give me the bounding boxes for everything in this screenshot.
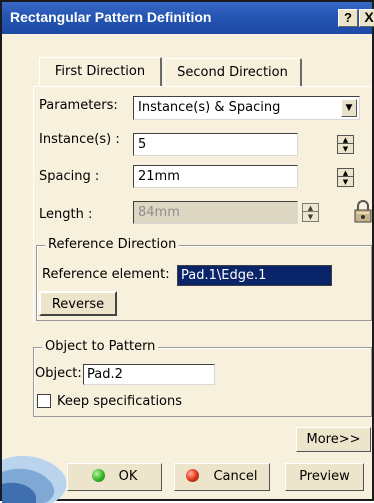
object-field[interactable]: Pad.2 [83, 364, 215, 385]
dialog-title: Rectangular Pattern Definition [10, 9, 212, 25]
chevron-down-icon[interactable]: ▼ [341, 99, 357, 117]
spin-down-icon[interactable]: ▼ [338, 178, 353, 186]
help-button[interactable]: ? [338, 9, 358, 27]
tab-first-direction[interactable]: First Direction [39, 57, 162, 86]
dialog-window: Rectangular Pattern Definition ? X Secon… [0, 0, 374, 503]
spin-up-icon: ▲ [303, 204, 318, 212]
spin-down-icon[interactable]: ▼ [338, 145, 353, 153]
parameters-label: Parameters: [39, 98, 118, 113]
length-spinner: ▲ ▼ [302, 203, 319, 222]
length-field: 84mm [133, 201, 298, 224]
keep-specifications-checkbox[interactable] [37, 394, 51, 408]
tab-second-direction[interactable]: Second Direction [164, 58, 302, 87]
object-to-pattern-title: Object to Pattern [42, 339, 159, 354]
ok-icon [91, 469, 105, 482]
cancel-button[interactable]: Cancel [174, 463, 270, 491]
instances-field[interactable]: 5 [133, 133, 298, 156]
spin-up-icon[interactable]: ▲ [338, 136, 353, 144]
close-button[interactable]: X [359, 9, 374, 27]
cancel-label: Cancel [213, 469, 258, 484]
instances-label: Instance(s) : [39, 132, 120, 147]
title-bar[interactable]: Rectangular Pattern Definition [2, 2, 372, 34]
parameters-select[interactable]: Instance(s) & Spacing ▼ [133, 96, 360, 120]
length-label: Length : [39, 207, 93, 222]
spin-down-icon: ▼ [307, 213, 314, 221]
parameters-value: Instance(s) & Spacing [138, 100, 281, 115]
more-button[interactable]: More>> [296, 427, 371, 452]
instances-spinner[interactable]: ▲ ▼ [337, 135, 354, 154]
lock-icon[interactable] [352, 200, 374, 224]
spacing-spinner[interactable]: ▲ ▼ [337, 168, 354, 187]
reference-element-field[interactable]: Pad.1\Edge.1 [177, 265, 332, 286]
keep-specifications-label: Keep specifications [57, 394, 183, 409]
spacing-label: Spacing : [39, 169, 100, 184]
object-label: Object: [35, 366, 82, 381]
ok-button[interactable]: OK [67, 463, 162, 491]
ok-label: OK [118, 469, 138, 484]
spin-up-icon[interactable]: ▲ [338, 169, 353, 177]
reference-direction-title: Reference Direction [45, 237, 180, 252]
spacing-field[interactable]: 21mm [133, 165, 298, 188]
cancel-icon [186, 469, 200, 482]
reverse-button[interactable]: Reverse [39, 291, 117, 316]
reference-element-label: Reference element: [42, 267, 170, 282]
preview-button[interactable]: Preview [285, 463, 364, 491]
